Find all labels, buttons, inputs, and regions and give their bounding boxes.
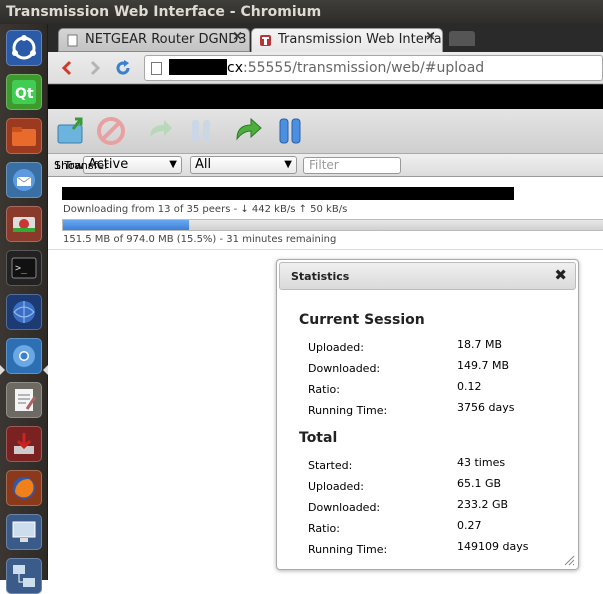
stat-value: 0.12 — [457, 380, 482, 393]
resume-all-icon[interactable] — [233, 115, 265, 147]
dialog-title: Statistics — [291, 270, 350, 283]
page-icon — [67, 34, 78, 47]
stat-value: 3756 days — [457, 401, 515, 414]
current-session-heading: Current Session — [299, 312, 425, 328]
thunderbird-icon[interactable] — [6, 162, 42, 198]
focus-indicator — [43, 365, 48, 375]
total-heading: Total — [299, 430, 338, 446]
browser-toolbar: cx:55555/transmission/web/#upload — [48, 52, 603, 84]
window-title: Transmission Web Interface - Chromium — [0, 0, 603, 24]
resize-grip-icon[interactable] — [564, 555, 575, 566]
forward-button[interactable] — [84, 57, 106, 79]
url-host-suffix: cx — [227, 60, 243, 76]
ubuntu-one-icon[interactable] — [6, 294, 42, 330]
stat-value: 149.7 MB — [457, 359, 510, 372]
stat-label: Downloaded: — [308, 362, 381, 375]
stat-label: Running Time: — [308, 404, 388, 417]
disk-usage-icon[interactable] — [6, 206, 42, 242]
files-icon[interactable] — [6, 118, 42, 154]
update-manager-icon[interactable] — [6, 426, 42, 462]
tab-netgear[interactable]: NETGEAR Router DGND3 × — [58, 28, 250, 52]
statistics-dialog: Statistics ✖ Current Session Uploaded: 1… — [276, 259, 579, 570]
tracker-filter-select[interactable]: All ▼ — [190, 156, 297, 174]
torrent-progress-text: 151.5 MB of 974.0 MB (15.5%) - 31 minute… — [63, 234, 337, 245]
close-dialog-button[interactable]: ✖ — [554, 266, 567, 284]
svg-text:Qt: Qt — [15, 86, 34, 102]
pause-icon[interactable] — [185, 115, 217, 147]
bookmarks-bar-redacted — [48, 85, 603, 109]
qt-creator-icon[interactable]: Qt — [6, 74, 42, 110]
stat-label: Downloaded: — [308, 501, 381, 514]
tracker-filter-value: All — [195, 157, 212, 172]
filter-bar: Show Active ▼ All ▼ Filter 1 Transfer — [48, 154, 603, 177]
stat-value: 43 times — [457, 456, 506, 469]
redacted-host — [169, 58, 227, 75]
transfer-count: 1 Transfer — [54, 159, 109, 172]
stat-value: 149109 days — [457, 540, 529, 553]
stat-label: Uploaded: — [308, 341, 364, 354]
ubuntu-dash-icon[interactable] — [6, 30, 42, 66]
active-indicator — [0, 365, 5, 375]
stat-label: Uploaded: — [308, 480, 364, 493]
transmission-icon — [260, 35, 271, 46]
stat-value: 0.27 — [457, 519, 482, 532]
torrent-name-redacted — [62, 187, 514, 200]
reload-button[interactable] — [112, 57, 134, 79]
tab-transmission[interactable]: Transmission Web Interfa × — [251, 28, 443, 52]
address-bar[interactable]: cx:55555/transmission/web/#upload — [144, 55, 603, 81]
terminal-icon[interactable]: >_ — [6, 250, 42, 286]
page-icon — [151, 62, 162, 75]
tab-label: Transmission Web Interfa — [278, 32, 442, 47]
network-icon[interactable] — [6, 558, 42, 594]
transmission-toolbar — [48, 109, 603, 154]
remote-desktop-icon[interactable] — [6, 514, 42, 550]
forward-arrow-icon — [90, 60, 101, 76]
progress-bar — [62, 219, 603, 231]
stat-label: Started: — [308, 459, 353, 472]
firefox-icon[interactable] — [6, 470, 42, 506]
stat-label: Ratio: — [308, 383, 340, 396]
filter-search-input[interactable]: Filter — [303, 157, 401, 174]
url-path: :55555/transmission/web/#upload — [242, 60, 485, 76]
reload-icon — [116, 60, 130, 75]
stat-value: 18.7 MB — [457, 338, 503, 351]
dialog-header[interactable]: Statistics ✖ — [279, 262, 576, 290]
back-arrow-icon — [61, 60, 72, 76]
remove-torrent-icon[interactable] — [95, 115, 127, 147]
dropdown-arrow-icon: ▼ — [284, 159, 292, 170]
stat-label: Ratio: — [308, 522, 340, 535]
stat-label: Running Time: — [308, 543, 388, 556]
new-tab-button[interactable] — [449, 31, 475, 46]
tab-label: NETGEAR Router DGND3 — [85, 32, 247, 47]
chromium-icon[interactable] — [6, 338, 42, 374]
stat-value: 65.1 GB — [457, 477, 502, 490]
back-button[interactable] — [56, 57, 78, 79]
torrent-row[interactable]: Downloading from 13 of 35 peers - ↓ 442 … — [48, 178, 603, 250]
open-torrent-icon[interactable] — [55, 115, 87, 147]
tab-strip: NETGEAR Router DGND3 × Transmission Web … — [48, 24, 603, 52]
dropdown-arrow-icon: ▼ — [169, 159, 177, 170]
close-tab-button[interactable]: × — [232, 29, 243, 44]
close-tab-button[interactable]: × — [425, 29, 436, 44]
progress-bar-fill — [63, 220, 189, 230]
text-editor-icon[interactable] — [6, 382, 42, 418]
svg-text:>_: >_ — [15, 263, 28, 274]
stat-value: 233.2 GB — [457, 498, 509, 511]
pause-all-icon[interactable] — [274, 115, 306, 147]
unity-launcher: Qt >_ — [0, 24, 48, 594]
resume-icon[interactable] — [144, 115, 176, 147]
browser-chrome: NETGEAR Router DGND3 × Transmission Web … — [48, 24, 603, 109]
torrent-peers-status: Downloading from 13 of 35 peers - ↓ 442 … — [63, 204, 348, 215]
